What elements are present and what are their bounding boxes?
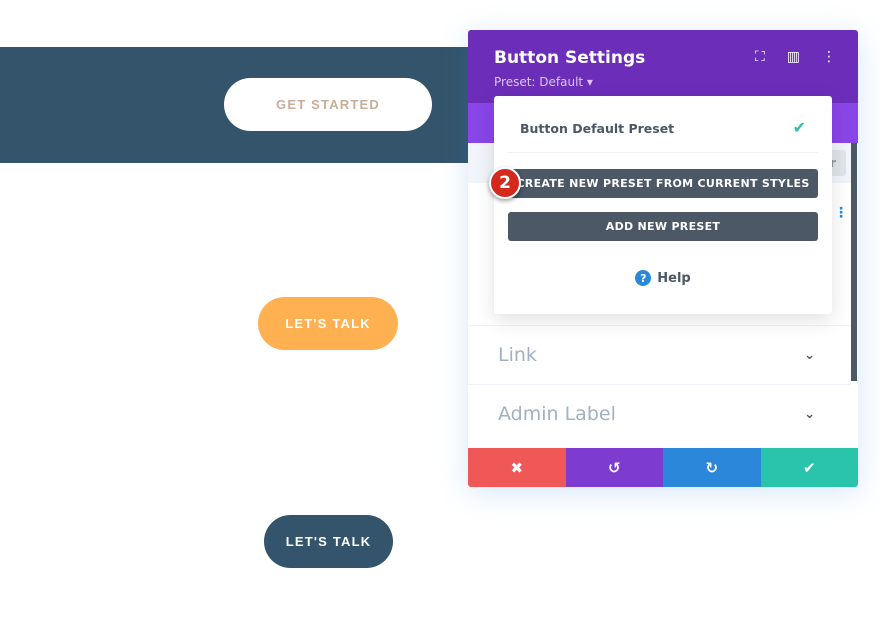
more-options-icon[interactable]: ⋮ — [834, 205, 848, 221]
split-view-icon[interactable]: ▥ — [787, 49, 800, 65]
get-started-button[interactable]: GET STARTED — [224, 78, 432, 131]
create-preset-button[interactable]: CREATE NEW PRESET FROM CURRENT STYLES — [508, 169, 818, 198]
more-vertical-icon[interactable]: ⋮ — [822, 49, 836, 65]
chevron-down-icon: ⌄ — [804, 406, 815, 422]
undo-icon[interactable]: ↺ — [565, 448, 663, 487]
add-preset-button[interactable]: ADD NEW PRESET — [508, 212, 818, 241]
help-label: Help — [657, 270, 691, 286]
scrollbar[interactable] — [851, 143, 857, 381]
divider — [508, 152, 818, 153]
help-link[interactable]: ? Help — [494, 270, 832, 286]
section-label: Admin Label — [498, 403, 616, 425]
section-label: Link — [498, 344, 537, 366]
section-admin-label[interactable]: Admin Label ⌄ — [468, 384, 851, 443]
close-icon[interactable]: ✖ — [468, 448, 566, 487]
chevron-down-icon: ⌄ — [804, 347, 815, 363]
step-badge: 2 — [489, 167, 521, 199]
redo-icon[interactable]: ↻ — [663, 448, 761, 487]
lets-talk-button-dark[interactable]: LET'S TALK — [264, 515, 393, 568]
section-link[interactable]: Link ⌄ — [468, 325, 851, 384]
check-icon: ✔ — [792, 118, 806, 137]
panel-footer: ✖ ↺ ↻ ✔ — [468, 448, 858, 487]
help-icon: ? — [635, 270, 652, 286]
preset-item-default[interactable]: Button Default Preset — [520, 121, 674, 136]
panel-title: Button Settings — [494, 48, 646, 68]
lets-talk-button-orange[interactable]: LET'S TALK — [258, 297, 398, 350]
panel-header: Button Settings Preset: Default ▾ ⛶ ▥ ⋮ — [468, 30, 858, 103]
focus-icon[interactable]: ⛶ — [755, 49, 765, 65]
check-icon[interactable]: ✔ — [760, 448, 858, 487]
preset-selector[interactable]: Preset: Default ▾ — [494, 75, 593, 89]
preset-dropdown: Button Default Preset ✔ CREATE NEW PRESE… — [494, 96, 832, 314]
